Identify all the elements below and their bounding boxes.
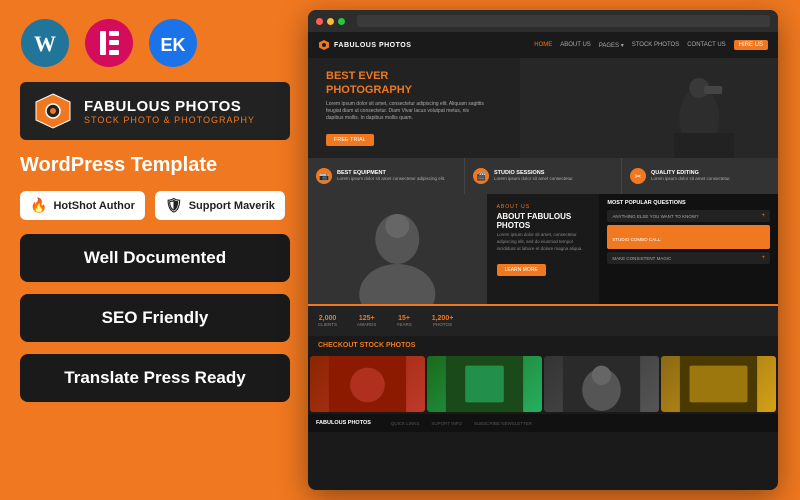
footer-link-3[interactable]: SUBSCRIBE NEWSLETTER (474, 421, 532, 426)
site-logo-icon (318, 39, 330, 51)
about-content: ABOUT US ABOUT FABULOUS PHOTOS Lorem ips… (487, 194, 600, 304)
footer-link-2[interactable]: SUPORT INFO (431, 421, 462, 426)
svg-text:EK: EK (160, 35, 185, 55)
nav-hire-cta[interactable]: HIRE US (734, 40, 768, 50)
brand-title: FABULOUS PHOTOS (84, 98, 255, 115)
nav-home[interactable]: HOME (534, 42, 552, 48)
stats-row: 2,000 CLIENTS 125+ AWARDS 15+ YEARS 1,20… (308, 304, 778, 336)
fire-icon: 🔥 (30, 197, 47, 214)
faq-item-2[interactable]: MAKE CONSISTENT MAGIC + (607, 252, 770, 264)
equipment-desc: Lorem ipsum dolor sit amet consectetur a… (337, 176, 445, 182)
photo-thumb-3[interactable] (544, 356, 659, 412)
hero-section: BEST EVER PHOTOGRAPHY Lorem ipsum dolor … (308, 58, 778, 158)
translate-press-button[interactable]: Translate Press Ready (20, 354, 290, 402)
brand-text-wrap: FABULOUS PHOTOS STOCK PHOTO & PHOTOGRAPH… (84, 98, 255, 125)
photo-thumb-4[interactable] (661, 356, 776, 412)
right-panel: FABULOUS PHOTOS HOME ABOUT US PAGES ▾ ST… (300, 0, 800, 500)
hotshot-author-badge: 🔥 HotShot Author (20, 191, 145, 220)
hero-cta-button[interactable]: FREE TRIAL (326, 134, 374, 146)
plugin-logos-row: W EK (20, 18, 290, 68)
faq-panel: MOST POPULAR QUESTIONS ANYTHING ELSE YOU… (599, 194, 778, 304)
wordpress-logo: W (20, 18, 70, 68)
hero-title: BEST EVER PHOTOGRAPHY (326, 70, 486, 96)
nav-about[interactable]: ABOUT US (560, 42, 591, 48)
elementor-logo (84, 18, 134, 68)
site-navigation: FABULOUS PHOTOS HOME ABOUT US PAGES ▾ ST… (308, 32, 778, 58)
about-title: ABOUT FABULOUS PHOTOS (497, 212, 590, 230)
support-label: Support Maverik (189, 200, 275, 212)
browser-minimize-dot (327, 18, 334, 25)
footer-link-1[interactable]: QUICK LINKS (391, 421, 420, 426)
studio-desc: Lorem ipsum dolor sit amet consectetur. (494, 176, 574, 182)
editing-icon: ✂ (630, 168, 646, 184)
photo-grid (308, 354, 778, 414)
stat-clients-label: CLIENTS (318, 322, 337, 327)
browser-url-bar (357, 15, 770, 27)
nav-links: HOME ABOUT US PAGES ▾ STOCK PHOTOS CONTA… (534, 40, 768, 50)
browser-fullscreen-dot (338, 18, 345, 25)
stat-photos-label: PHOTOS (433, 322, 452, 327)
support-maverik-badge: 🛡 Support Maverik (155, 191, 285, 220)
stat-clients-number: 2,000 (319, 315, 337, 322)
badge-row: 🔥 HotShot Author 🛡 Support Maverik (20, 191, 290, 220)
hero-description: Lorem ipsum dolor sit amet, consectetur … (326, 101, 486, 122)
faq-item[interactable]: ANYTHING ELSE YOU WANT TO KNOW? + (607, 210, 770, 222)
shield-icon: 🛡 (165, 197, 183, 214)
nav-pages[interactable]: PAGES ▾ (599, 42, 624, 49)
stat-photos-number: 1,200+ (432, 315, 454, 322)
browser-close-dot (316, 18, 323, 25)
about-section: ABOUT US ABOUT FABULOUS PHOTOS Lorem ips… (308, 194, 778, 304)
nav-contact[interactable]: CONTACT US (687, 42, 725, 48)
stat-years: 15+ YEARS (396, 315, 411, 327)
stat-photos: 1,200+ PHOTOS (432, 315, 454, 327)
well-documented-button[interactable]: Well Documented (20, 234, 290, 282)
about-cta-button[interactable]: LEARN MORE (497, 264, 546, 276)
nav-stock[interactable]: STOCK PHOTOS (632, 42, 679, 48)
stat-awards: 125+ AWARDS (357, 315, 376, 327)
stat-years-number: 15+ (398, 315, 410, 322)
browser-mockup: FABULOUS PHOTOS HOME ABOUT US PAGES ▾ ST… (308, 10, 778, 490)
feature-equipment: 📷 BEST EQUIPMENT Lorem ipsum dolor sit a… (308, 158, 465, 194)
equipment-icon: 📷 (316, 168, 332, 184)
hero-background (520, 58, 779, 158)
studio-icon: 🎬 (473, 168, 489, 184)
photo-thumb-1[interactable] (310, 356, 425, 412)
brand-icon (34, 92, 72, 130)
site-brand-name: FABULOUS PHOTOS (334, 42, 411, 49)
stat-clients: 2,000 CLIENTS (318, 315, 337, 327)
stat-years-label: YEARS (396, 322, 411, 327)
brand-box: FABULOUS PHOTOS STOCK PHOTO & PHOTOGRAPH… (20, 82, 290, 140)
browser-bar (308, 10, 778, 32)
feature-editing: ✂ QUALITY EDITING Lorem ipsum dolor sit … (622, 158, 778, 194)
feature-studio: 🎬 STUDIO SESSIONS Lorem ipsum dolor sit … (465, 158, 622, 194)
left-panel: W EK FABULOUS PHOTOS STOCK PHOTO & PHOTO… (0, 0, 310, 500)
svg-text:W: W (34, 31, 56, 56)
checkout-section: CHECKOUT STOCK PHOTOS (308, 336, 778, 354)
faq-item-active[interactable]: STUDIO COMBO CALL: (607, 225, 770, 249)
footer-brand-name: FABULOUS PHOTOS (316, 420, 371, 426)
hero-content: BEST EVER PHOTOGRAPHY Lorem ipsum dolor … (326, 70, 486, 145)
stat-awards-label: AWARDS (357, 322, 376, 327)
about-label: ABOUT US (497, 204, 590, 210)
features-row: 📷 BEST EQUIPMENT Lorem ipsum dolor sit a… (308, 158, 778, 194)
hotshot-label: HotShot Author (53, 200, 134, 212)
brand-subtitle: STOCK PHOTO & PHOTOGRAPHY (84, 115, 255, 125)
photo-thumb-2[interactable] (427, 356, 542, 412)
extra-logo: EK (148, 18, 198, 68)
about-description: Lorem ipsum dolor sit amet, consectetur … (497, 232, 590, 252)
checkout-title: CHECKOUT STOCK PHOTOS (318, 342, 415, 349)
stat-awards-number: 125+ (359, 315, 375, 322)
about-image (308, 194, 487, 304)
editing-desc: Lorem ipsum dolor sit amet consectetur. (651, 176, 731, 182)
wordpress-template-label: WordPress Template (20, 154, 290, 177)
seo-friendly-button[interactable]: SEO Friendly (20, 294, 290, 342)
footer-bar: FABULOUS PHOTOS QUICK LINKS SUPORT INFO … (308, 414, 778, 432)
